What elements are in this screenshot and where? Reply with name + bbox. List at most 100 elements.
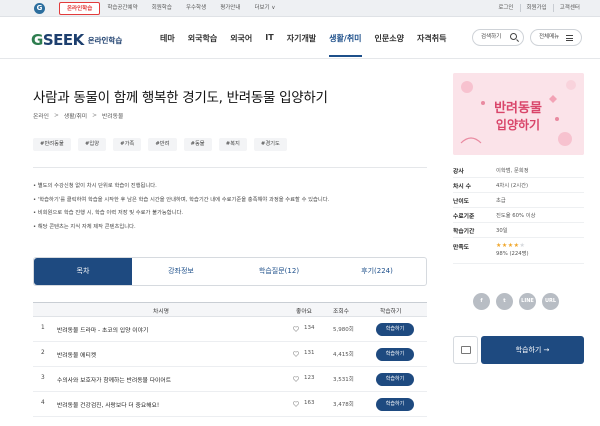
twitter-icon[interactable]: t	[496, 293, 513, 310]
lesson-name[interactable]: 반려동물 드라마 - 초코의 입양 이야기	[57, 325, 148, 334]
share-icons: f t LINE URL	[473, 293, 565, 310]
tag-chip[interactable]: #동물	[183, 138, 212, 151]
menu-foreign-study[interactable]: 외국학습	[188, 33, 217, 57]
all-menu-button[interactable]: 전체메뉴	[530, 29, 582, 46]
info-key: 학습기간	[453, 228, 475, 235]
note-line: • '학습하기'를 클릭하여 학습을 시작한 후 남은 학습 시간을 안내하며,…	[33, 196, 330, 203]
menu-certificate[interactable]: 자격취득	[417, 33, 446, 57]
site-tab-student[interactable]: 우수학생	[179, 2, 213, 15]
search-button[interactable]: 검색하기	[472, 29, 524, 46]
heart-icon[interactable]	[293, 401, 299, 407]
menu-self-dev[interactable]: 자기개발	[287, 33, 316, 57]
site-tab-online[interactable]: 온라인학습	[59, 2, 101, 15]
tag-chip[interactable]: #복지	[218, 138, 247, 151]
study-button[interactable]: 학습하기	[376, 348, 414, 361]
info-key: 만족도	[453, 245, 469, 251]
lesson-number: 4	[41, 400, 45, 406]
view-count: 3,531회	[333, 377, 354, 383]
info-key: 수료기준	[453, 213, 475, 220]
breadcrumb-item[interactable]: 온라인	[33, 111, 49, 120]
site-tab-eval[interactable]: 평가안내	[213, 2, 247, 15]
info-key: 차시 수	[453, 183, 472, 190]
bookmark-button[interactable]	[453, 336, 478, 364]
info-key: 난이도	[453, 198, 469, 205]
support-link[interactable]: 고객센터	[552, 4, 586, 12]
info-key: 강사	[453, 168, 464, 175]
breadcrumb-item[interactable]: 생활/취미	[64, 111, 87, 120]
star-rating-icon: ★★★★★	[496, 242, 526, 249]
tab-reviews[interactable]: 후기(224)	[328, 258, 426, 285]
tab-contents[interactable]: 목차	[34, 258, 132, 285]
view-count: 5,980회	[333, 327, 354, 333]
gseek-logo[interactable]: G SEEK 온라인학습	[31, 31, 122, 49]
lesson-name[interactable]: 반려동물 건강검진, 사랑보다 더 중요해요!	[57, 400, 159, 409]
header-likes: 좋아요	[296, 309, 312, 315]
info-row: 수료기준 진도율 60% 이상	[453, 208, 584, 223]
tag-chip[interactable]: #반려	[148, 138, 177, 151]
signup-link[interactable]: 회원가입	[519, 4, 553, 12]
menu-foreign-language[interactable]: 외국어	[230, 33, 252, 57]
table-row: 4 반려동물 건강검진, 사랑보다 더 중요해요! 163 3,478회 학습하…	[33, 392, 427, 417]
view-count: 3,478회	[333, 402, 354, 408]
heart-icon[interactable]	[293, 376, 299, 382]
study-button[interactable]: 학습하기	[376, 373, 414, 386]
lesson-name[interactable]: 수의사와 보호자가 함께하는 반려동물 다이어트	[57, 375, 171, 384]
info-value: 4차시 (2시간)	[496, 183, 529, 189]
site-tab-more[interactable]: 더보기 ∨	[247, 2, 282, 15]
like-count: 134	[304, 325, 315, 331]
study-button[interactable]: 학습하기	[376, 323, 414, 336]
search-icon	[510, 33, 517, 40]
course-tabs: 목차 강좌정보 학습질문(12) 후기(224)	[33, 257, 427, 286]
all-menu-label: 전체메뉴	[539, 34, 560, 40]
cta-area: 학습하기 →	[453, 336, 584, 364]
menu-it[interactable]: IT	[265, 33, 273, 57]
lesson-number: 2	[41, 350, 45, 356]
menu-theme[interactable]: 테마	[160, 33, 175, 57]
tab-questions[interactable]: 학습질문(12)	[230, 258, 328, 285]
info-row: 강사 이학범, 문희정	[453, 163, 584, 178]
tag-chip[interactable]: #가족	[113, 138, 142, 151]
like-count: 123	[304, 375, 315, 381]
heart-icon[interactable]	[293, 351, 299, 357]
info-value: 30일	[496, 228, 508, 234]
url-copy-icon[interactable]: URL	[542, 293, 559, 310]
hamburger-icon	[566, 35, 573, 41]
chevron-right-icon: >	[92, 112, 98, 119]
note-line: • 별도의 수강신청 없이 차시 단위로 학습이 진행됩니다.	[33, 183, 157, 189]
note-line: • 비회원으로 학습 진행 시, 학습 이력 저장 및 수료가 불가능합니다.	[33, 210, 184, 216]
table-row: 1 반려동물 드라마 - 초코의 입양 이야기 134 5,980회 학습하기	[33, 317, 427, 342]
brand-seek: SEEK	[42, 31, 84, 49]
study-button[interactable]: 학습하기	[376, 398, 414, 411]
like-count: 163	[304, 400, 315, 406]
lesson-number: 1	[41, 325, 45, 331]
bookmark-icon	[461, 346, 471, 354]
tag-chip[interactable]: #반려동물	[33, 138, 71, 151]
category-menu: 테마 외국학습 외국어 IT 자기개발 생활/취미 인문소양 자격취득	[160, 33, 459, 57]
search-label: 검색하기	[481, 34, 502, 40]
table-row: 2 반려동물 에티켓 131 4,415회 학습하기	[33, 342, 427, 367]
page-title: 사람과 동물이 함께 행복한 경기도, 반려동물 입양하기	[33, 90, 328, 106]
lesson-name[interactable]: 반려동물 에티켓	[57, 350, 96, 359]
facebook-icon[interactable]: f	[473, 293, 490, 310]
tag-chip[interactable]: #입양	[77, 138, 107, 151]
site-tab-space[interactable]: 학습공간예약	[100, 2, 144, 15]
top-utility-bar: G 온라인학습 학습공간예약 회원학습 우수학생 평가안내 더보기 ∨ 로그인 …	[0, 0, 600, 17]
menu-humanities[interactable]: 인문소양	[375, 33, 404, 57]
start-learning-button[interactable]: 학습하기 →	[481, 336, 584, 364]
table-header: 차시명 좋아요 조회수 학습하기	[33, 302, 427, 317]
login-link[interactable]: 로그인	[492, 4, 519, 12]
info-row: 학습기간 30일	[453, 223, 584, 238]
line-icon[interactable]: LINE	[519, 293, 536, 310]
like-count: 131	[304, 350, 315, 356]
heart-icon[interactable]	[293, 326, 299, 332]
gyeonggi-logo-icon[interactable]: G	[34, 3, 45, 14]
tab-course-info[interactable]: 강좌정보	[132, 258, 230, 285]
breadcrumb-item[interactable]: 반려동물	[102, 111, 123, 120]
info-value: 초급	[496, 198, 506, 204]
site-tab-member[interactable]: 회원학습	[145, 2, 179, 15]
tag-chip[interactable]: #경기도	[253, 138, 287, 151]
course-thumbnail: 반려동물 입양하기	[453, 73, 584, 155]
brand-sub: 온라인학습	[87, 35, 123, 45]
menu-life-hobby[interactable]: 생활/취미	[329, 33, 362, 57]
header-views: 조회수	[333, 309, 349, 315]
